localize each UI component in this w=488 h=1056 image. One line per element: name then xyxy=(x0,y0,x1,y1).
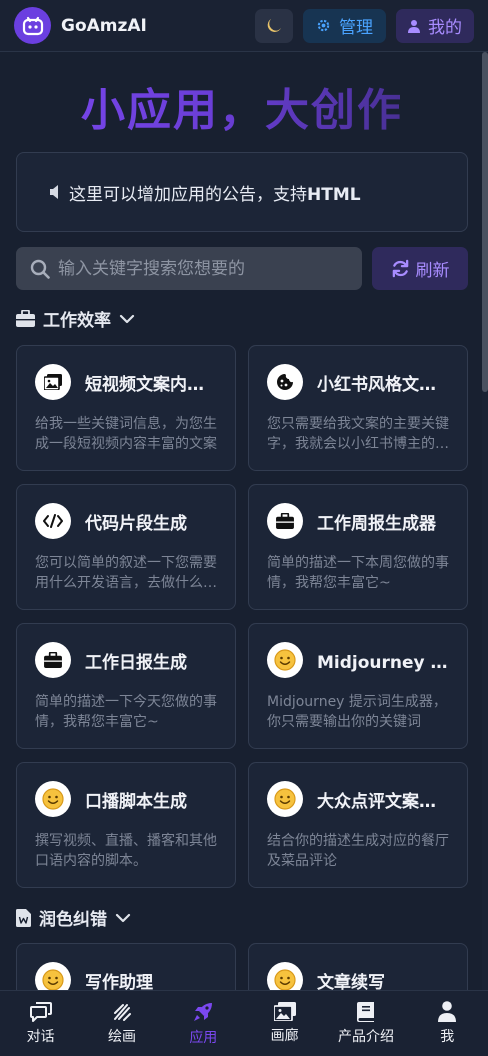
nav-item-apps[interactable]: 应用 xyxy=(163,991,244,1056)
my-label: 我的 xyxy=(428,18,462,38)
app-title: 代码片段生成 xyxy=(85,513,187,534)
code-icon xyxy=(35,503,71,539)
app-description: 简单的描述一下本周您做的事情，我帮您丰富它~ xyxy=(267,555,449,591)
refresh-button[interactable]: 刷新 xyxy=(372,247,468,290)
moon-icon xyxy=(267,18,281,32)
app-card[interactable]: Midjourney 提示词生成器 Midjourney 提示词生成器，你只需要… xyxy=(248,623,468,749)
briefcase-icon xyxy=(267,503,303,539)
smile-icon xyxy=(267,642,303,678)
app-title: 短视频文案内容生成 xyxy=(85,374,217,395)
smile-icon xyxy=(267,781,303,817)
app-card[interactable]: 短视频文案内容生成 给我一些关键词信息，为您生成一段短视频内容丰富的文案 xyxy=(16,345,236,471)
chat-icon xyxy=(29,1001,52,1022)
nav-label: 我 xyxy=(440,1029,455,1045)
app-description: 简单的描述一下今天您做的事情，我帮您丰富它~ xyxy=(35,694,217,730)
section-title: 润色纠错 xyxy=(39,910,107,930)
section-title: 工作效率 xyxy=(43,311,111,331)
app-card[interactable]: 代码片段生成 您可以简单的叙述一下您需要用什么开发语言，去做什么事情 xyxy=(16,484,236,610)
app-card[interactable]: 大众点评文案生成 结合你的描述生成对应的餐厅及菜品评论 xyxy=(248,762,468,888)
my-account-button[interactable]: 我的 xyxy=(396,8,474,43)
rocket-icon xyxy=(194,1002,213,1021)
app-title: 大众点评文案生成 xyxy=(317,791,449,812)
app-title: 工作日报生成 xyxy=(85,652,187,673)
user-icon xyxy=(408,19,420,33)
hero-title: 小应用，大创作 xyxy=(0,74,484,138)
word-doc-icon xyxy=(16,908,31,927)
app-title: 口播脚本生成 xyxy=(85,791,187,812)
app-description: Midjourney 提示词生成器，你只需要输出你的关键词 xyxy=(267,694,447,730)
app-card[interactable]: 工作周报生成器 简单的描述一下本周您做的事情，我帮您丰富它~ xyxy=(248,484,468,610)
bottom-nav: 对话 绘画 应用 画廊 产品介绍 我 xyxy=(0,990,488,1056)
app-description: 结合你的描述生成对应的餐厅及菜品评论 xyxy=(267,833,449,869)
theme-toggle-button[interactable] xyxy=(255,8,293,43)
app-title: 小红书风格文案生成 xyxy=(317,374,449,395)
app-title: 工作周报生成器 xyxy=(317,513,436,534)
book-icon xyxy=(356,1001,374,1022)
speaker-icon xyxy=(50,185,58,199)
announcement-emphasis: HTML xyxy=(307,184,361,205)
chevron-down-icon xyxy=(119,314,135,323)
section-header-polish[interactable]: 润色纠错 xyxy=(16,905,131,930)
refresh-icon xyxy=(392,259,408,278)
nav-item-product[interactable]: 产品介绍 xyxy=(325,991,406,1056)
gear-icon xyxy=(317,19,330,32)
refresh-label: 刷新 xyxy=(415,261,450,281)
app-title: 文章续写 xyxy=(317,972,385,993)
admin-label: 管理 xyxy=(339,18,373,38)
app-description: 给我一些关键词信息，为您生成一段短视频内容丰富的文案 xyxy=(35,416,217,452)
gallery-icon xyxy=(273,1002,296,1021)
paint-icon xyxy=(113,1003,131,1021)
nav-item-chat[interactable]: 对话 xyxy=(0,991,81,1056)
app-card[interactable]: 口播脚本生成 撰写视频、直播、播客和其他口语内容的脚本。 xyxy=(16,762,236,888)
nav-item-me[interactable]: 我 xyxy=(407,991,488,1056)
logo-icon[interactable] xyxy=(14,7,51,44)
nav-item-paint[interactable]: 绘画 xyxy=(81,991,162,1056)
search-input[interactable] xyxy=(58,258,348,279)
admin-button[interactable]: 管理 xyxy=(303,8,386,43)
nav-item-gallery[interactable]: 画廊 xyxy=(244,991,325,1056)
app-card[interactable]: 小红书风格文案生成 您只需要给我文案的主要关键字，我就会以小红书博主的风格为您生… xyxy=(248,345,468,471)
app-description: 您只需要给我文案的主要关键字，我就会以小红书博主的风格为您生成 xyxy=(267,416,449,452)
section-header-productivity[interactable]: 工作效率 xyxy=(16,306,135,331)
app-description: 您可以简单的叙述一下您需要用什么开发语言，去做什么事情 xyxy=(35,555,217,591)
app-title: Midjourney 提示词生成器 xyxy=(317,652,449,673)
nav-label: 绘画 xyxy=(107,1028,136,1045)
app-description: 撰写视频、直播、播客和其他口语内容的脚本。 xyxy=(35,833,217,869)
nav-label: 对话 xyxy=(26,1028,55,1045)
nav-label: 画廊 xyxy=(270,1028,299,1044)
chevron-down-icon xyxy=(115,913,131,922)
briefcase-icon xyxy=(16,310,35,327)
user-icon xyxy=(438,1001,457,1022)
nav-label: 应用 xyxy=(189,1029,218,1046)
search-icon xyxy=(30,259,50,279)
search-box[interactable] xyxy=(16,247,362,290)
image-icon xyxy=(35,364,71,400)
announcement-box: 这里可以增加应用的公告，支持HTML xyxy=(16,152,468,232)
nav-label: 产品介绍 xyxy=(337,1028,394,1045)
app-card[interactable]: 工作日报生成 简单的描述一下今天您做的事情，我帮您丰富它~ xyxy=(16,623,236,749)
announcement-text: 这里可以增加应用的公告，支持 xyxy=(69,184,307,205)
brand-name: GoAmzAI xyxy=(61,15,147,36)
top-bar: GoAmzAI 管理 我的 xyxy=(0,0,488,52)
app-title: 写作助理 xyxy=(85,972,153,993)
briefcase-icon xyxy=(35,642,71,678)
smile-icon xyxy=(35,781,71,817)
cookie-icon xyxy=(267,364,303,400)
